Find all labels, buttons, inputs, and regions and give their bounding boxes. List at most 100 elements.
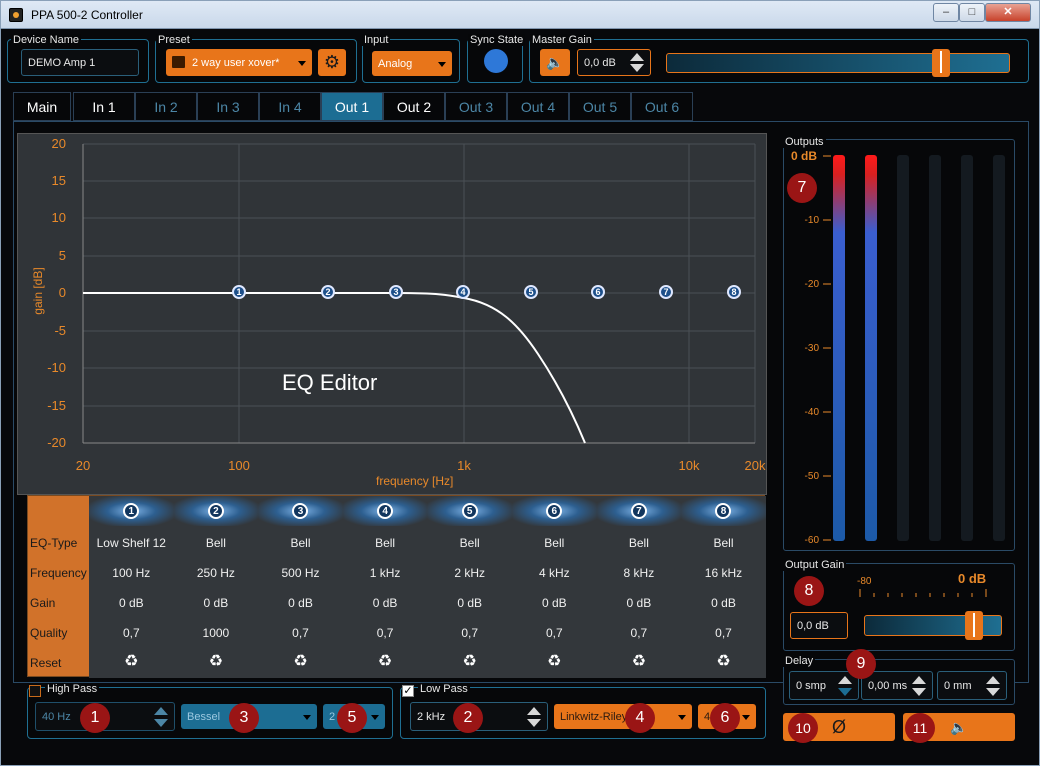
eq-node-4[interactable]: 4 — [456, 285, 470, 299]
spin-up-icon[interactable] — [912, 676, 926, 684]
spin-down-icon[interactable] — [986, 688, 1000, 696]
gain-cell[interactable]: 0 dB — [681, 596, 766, 610]
eq-node-7[interactable]: 7 — [659, 285, 673, 299]
preset-settings-button[interactable]: ⚙ — [318, 49, 346, 76]
band-header-3[interactable]: 3 — [258, 496, 343, 526]
band-header-4[interactable]: 4 — [342, 496, 428, 526]
frequency-cell[interactable]: 4 kHz — [512, 566, 597, 580]
quality-cell[interactable]: 0,7 — [89, 626, 174, 640]
spin-down-icon[interactable] — [912, 688, 926, 696]
frequency-cell[interactable]: 1 kHz — [343, 566, 428, 580]
tab-out5[interactable]: Out 5 — [569, 92, 631, 121]
eq-type-cell[interactable]: Bell — [174, 536, 259, 550]
tab-in3[interactable]: In 3 — [197, 92, 259, 121]
spin-down-icon[interactable] — [154, 719, 168, 727]
frequency-cell[interactable]: 500 Hz — [258, 566, 343, 580]
spin-up-icon[interactable] — [630, 53, 644, 61]
spin-down-icon[interactable] — [630, 64, 644, 72]
reset-icon[interactable]: ♻ — [89, 651, 174, 671]
reset-icon[interactable]: ♻ — [258, 651, 343, 671]
frequency-cell[interactable]: 8 kHz — [597, 566, 682, 580]
preset-select[interactable]: 2 way user xover* — [166, 49, 312, 76]
minimize-button[interactable]: – — [933, 3, 959, 22]
spin-up-icon[interactable] — [838, 676, 852, 684]
high-pass-checkbox[interactable] — [29, 685, 41, 697]
device-name-field[interactable]: DEMO Amp 1 — [21, 49, 139, 76]
band-header-1[interactable]: 1 — [89, 496, 174, 526]
output-gain-field[interactable]: 0,0 dB — [790, 612, 848, 639]
tab-main[interactable]: Main — [13, 92, 71, 121]
maximize-button[interactable]: □ — [959, 3, 985, 22]
spin-up-icon[interactable] — [154, 707, 168, 715]
eq-chart[interactable]: 20 15 10 5 0 -5 -10 -15 -20 20 100 1k 10… — [17, 133, 767, 495]
reset-icon[interactable]: ♻ — [427, 651, 512, 671]
eq-node-1[interactable]: 1 — [232, 285, 246, 299]
eq-node-3[interactable]: 3 — [389, 285, 403, 299]
tab-out4[interactable]: Out 4 — [507, 92, 569, 121]
reset-icon[interactable]: ♻ — [174, 651, 259, 671]
tab-out3[interactable]: Out 3 — [445, 92, 507, 121]
gain-cell[interactable]: 0 dB — [343, 596, 428, 610]
spin-up-icon[interactable] — [986, 676, 1000, 684]
eq-type-cell[interactable]: Low Shelf 12 — [89, 536, 174, 550]
reset-icon[interactable]: ♻ — [343, 651, 428, 671]
quality-cell[interactable]: 0,7 — [258, 626, 343, 640]
tab-out1[interactable]: Out 1 — [321, 92, 383, 121]
tab-in4[interactable]: In 4 — [259, 92, 321, 121]
gain-cell[interactable]: 0 dB — [512, 596, 597, 610]
band-header-6[interactable]: 6 — [512, 496, 597, 526]
slider-handle[interactable] — [965, 611, 983, 640]
band-header-8[interactable]: 8 — [681, 496, 766, 526]
eq-type-cell[interactable]: Bell — [512, 536, 597, 550]
eq-type-cell[interactable]: Bell — [597, 536, 682, 550]
band-header-2[interactable]: 2 — [173, 496, 259, 526]
eq-node-6[interactable]: 6 — [591, 285, 605, 299]
input-select[interactable]: Analog — [372, 51, 452, 76]
band-header-7[interactable]: 7 — [596, 496, 682, 526]
master-mute-button[interactable]: 🔈 — [540, 49, 570, 76]
frequency-cell[interactable]: 16 kHz — [681, 566, 766, 580]
master-gain-slider[interactable] — [666, 49, 1010, 77]
frequency-cell[interactable]: 2 kHz — [427, 566, 512, 580]
gain-cell[interactable]: 0 dB — [597, 596, 682, 610]
spin-down-icon[interactable] — [838, 688, 852, 696]
tab-out2[interactable]: Out 2 — [383, 92, 445, 121]
eq-type-cell[interactable]: Bell — [427, 536, 512, 550]
master-gain-field[interactable]: 0,0 dB — [577, 49, 651, 76]
tab-in2[interactable]: In 2 — [135, 92, 197, 121]
output-gain-slider[interactable] — [864, 611, 1002, 640]
quality-cell[interactable]: 0,7 — [597, 626, 682, 640]
tab-out6[interactable]: Out 6 — [631, 92, 693, 121]
quality-cell[interactable]: 1000 — [174, 626, 259, 640]
eq-type-cell[interactable]: Bell — [681, 536, 766, 550]
band-header-5[interactable]: 5 — [427, 496, 512, 526]
gain-cell[interactable]: 0 dB — [258, 596, 343, 610]
gain-cell[interactable]: 0 dB — [427, 596, 512, 610]
low-pass-checkbox[interactable]: ✓ — [402, 685, 414, 697]
delay-samples-field[interactable]: 0 smp — [789, 671, 859, 700]
quality-cell[interactable]: 0,7 — [427, 626, 512, 640]
gain-cell[interactable]: 0 dB — [89, 596, 174, 610]
eq-type-cell[interactable]: Bell — [343, 536, 428, 550]
reset-icon[interactable]: ♻ — [681, 651, 766, 671]
spin-up-icon[interactable] — [527, 707, 541, 715]
delay-mm-field[interactable]: 0 mm — [937, 671, 1007, 700]
slider-handle[interactable] — [932, 49, 950, 77]
eq-type-cell[interactable]: Bell — [258, 536, 343, 550]
eq-node-2[interactable]: 2 — [321, 285, 335, 299]
eq-node-8[interactable]: 8 — [727, 285, 741, 299]
frequency-cell[interactable]: 250 Hz — [174, 566, 259, 580]
eq-node-5[interactable]: 5 — [524, 285, 538, 299]
tab-in1[interactable]: In 1 — [73, 92, 135, 121]
reset-icon[interactable]: ♻ — [512, 651, 597, 671]
spin-down-icon[interactable] — [527, 719, 541, 727]
reset-icon[interactable]: ♻ — [597, 651, 682, 671]
quality-cell[interactable]: 0,7 — [681, 626, 766, 640]
delay-ms-field[interactable]: 0,00 ms — [861, 671, 933, 700]
quality-cell[interactable]: 0,7 — [512, 626, 597, 640]
frequency-cell[interactable]: 100 Hz — [89, 566, 174, 580]
quality-cell[interactable]: 0,7 — [343, 626, 428, 640]
low-pass-type-select[interactable]: Linkwitz-Riley — [554, 704, 692, 729]
close-button[interactable]: ✕ — [985, 3, 1031, 22]
gain-cell[interactable]: 0 dB — [174, 596, 259, 610]
